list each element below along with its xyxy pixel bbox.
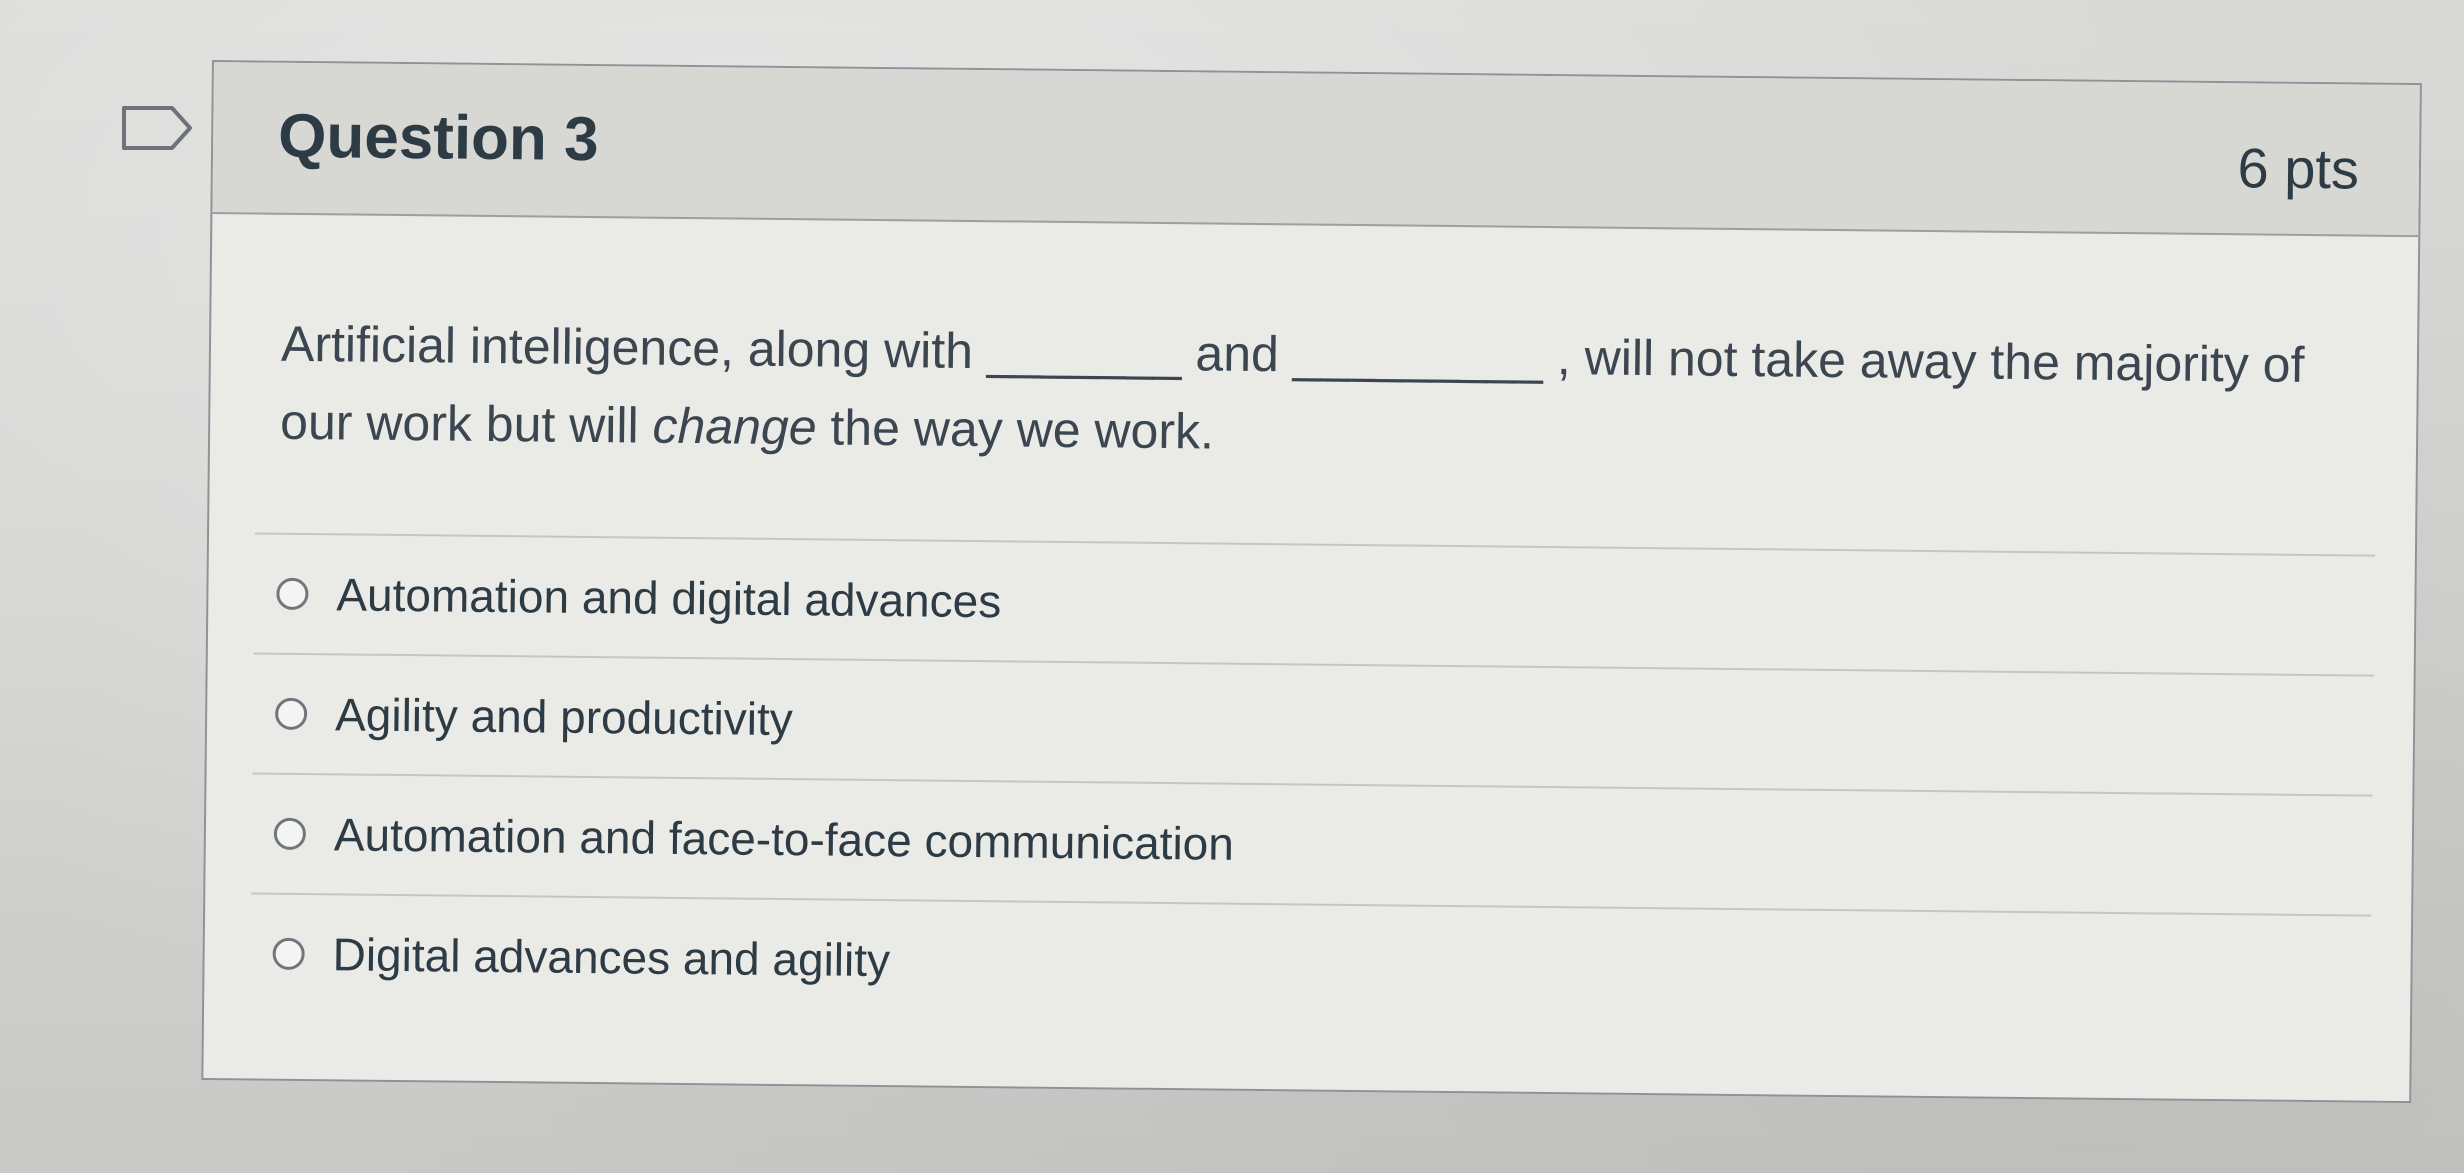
question-text: Artificial intelligence, along with ____… [279,315,2305,460]
question-points: 6 pts [2237,136,2360,201]
answer-option-4[interactable]: Digital advances and agility [250,894,2371,1034]
answer-option-3[interactable]: Automation and face-to-face communicatio… [251,774,2372,914]
radio-circle-icon[interactable] [276,577,309,611]
question-header: Question 3 6 pts [212,62,2420,238]
question-title: Question 3 [277,101,599,175]
answer-option-2[interactable]: Agility and productivity [253,654,2374,794]
radio-circle-icon[interactable] [272,937,305,971]
question-card: Question 3 6 pts Artificial intelligence… [201,60,2422,1104]
answer-list: Automation and digital advances Agility … [250,532,2375,1034]
answer-label: Automation and digital advances [336,568,1002,628]
radio-circle-icon[interactable] [273,817,307,851]
blank-2: _________ [1292,326,1544,385]
flag-question-icon[interactable] [120,104,194,152]
blank-1: _______ [986,323,1182,382]
emphasis-text: change [652,397,817,456]
answer-label: Agility and productivity [334,688,794,746]
answer-option-1[interactable]: Automation and digital advances [254,534,2375,674]
answer-label: Digital advances and agility [332,928,891,987]
radio-circle-icon[interactable] [274,697,308,731]
answer-label: Automation and face-to-face communicatio… [333,808,1235,870]
